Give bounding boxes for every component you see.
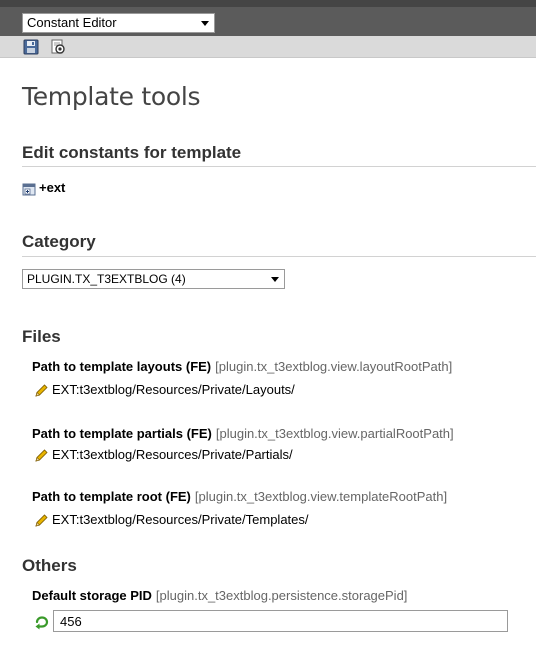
constant-value-row[interactable]: EXT:t3extblog/Resources/Private/Layouts/ — [33, 382, 295, 399]
constant-value-row[interactable]: EXT:t3extblog/Resources/Private/Partials… — [33, 447, 293, 464]
chevron-down-icon — [201, 21, 209, 26]
constant-key: [plugin.tx_t3extblog.view.partialRootPat… — [215, 426, 454, 441]
constant-value-row[interactable]: EXT:t3extblog/Resources/Private/Template… — [33, 512, 309, 529]
template-record-icon — [22, 183, 36, 196]
save-icon[interactable] — [23, 39, 39, 55]
pencil-icon[interactable] — [33, 383, 49, 399]
page-title: Template tools — [22, 82, 201, 111]
constant-title: Path to template layouts (FE) — [32, 359, 212, 374]
constant-key: [plugin.tx_t3extblog.view.templateRootPa… — [194, 489, 448, 504]
constant-label: Path to template root (FE) [plugin.tx_t3e… — [32, 489, 447, 504]
storage-pid-input[interactable] — [53, 610, 508, 632]
template-record[interactable]: +ext — [22, 180, 65, 196]
undo-icon[interactable] — [34, 614, 50, 630]
function-menu-value: Constant Editor — [27, 15, 117, 30]
edit-constants-heading: Edit constants for template — [22, 143, 242, 162]
module-topbar: Constant Editor — [0, 0, 536, 36]
function-menu-select[interactable]: Constant Editor — [22, 13, 215, 33]
constant-key: [plugin.tx_t3extblog.persistence.storage… — [155, 588, 408, 603]
constant-value: EXT:t3extblog/Resources/Private/Template… — [52, 512, 309, 527]
constant-label: Path to template partials (FE) [plugin.tx… — [32, 426, 454, 441]
pencil-icon[interactable] — [33, 513, 49, 529]
constant-title: Path to template partials (FE) — [32, 426, 212, 441]
constant-key: [plugin.tx_t3extblog.view.layoutRootPath… — [215, 359, 453, 374]
constant-label: Path to template layouts (FE) [plugin.tx_… — [32, 359, 452, 374]
category-select[interactable]: PLUGIN.TX_T3EXTBLOG (4) — [22, 269, 285, 289]
constant-label: Default storage PID [plugin.tx_t3extblog.… — [32, 588, 407, 603]
template-record-label: +ext — [39, 180, 66, 195]
divider — [22, 256, 536, 257]
constant-value: EXT:t3extblog/Resources/Private/Layouts/ — [52, 382, 295, 397]
category-heading: Category — [22, 232, 96, 251]
chevron-down-icon — [271, 277, 279, 282]
view-icon[interactable] — [50, 39, 66, 55]
divider — [22, 166, 536, 167]
constant-title: Default storage PID — [32, 588, 152, 603]
category-select-value: PLUGIN.TX_T3EXTBLOG (4) — [27, 272, 186, 286]
constant-title: Path to template root (FE) — [32, 489, 191, 504]
others-heading: Others — [22, 556, 77, 575]
files-heading: Files — [22, 327, 61, 346]
constant-value: EXT:t3extblog/Resources/Private/Partials… — [52, 447, 293, 462]
pencil-icon[interactable] — [33, 448, 49, 464]
docheader-toolbar — [0, 36, 536, 58]
